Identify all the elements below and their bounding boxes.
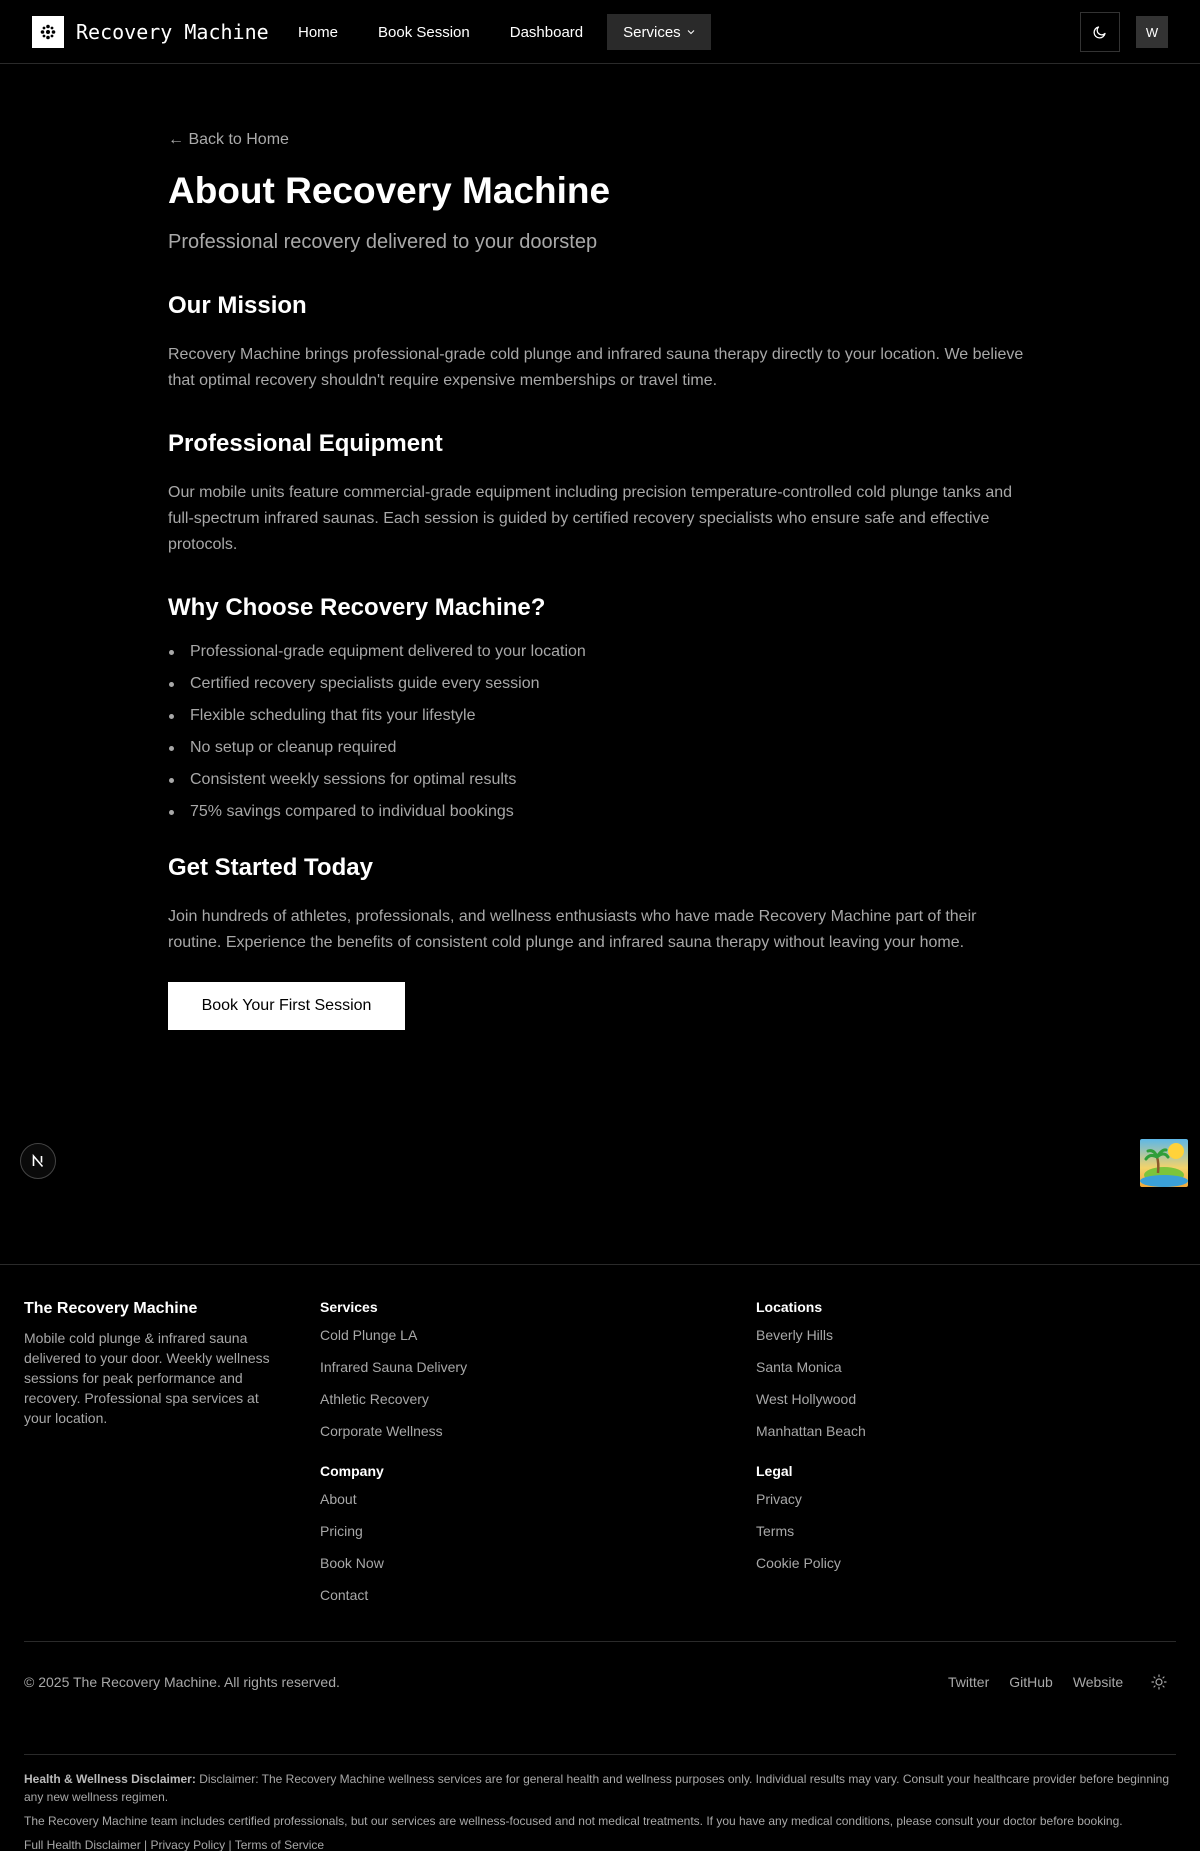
nav-book-session[interactable]: Book Session: [362, 14, 486, 50]
back-to-home-link[interactable]: ← Back to Home: [168, 128, 289, 152]
mission-heading: Our Mission: [168, 292, 307, 319]
footer-legal-heading: Legal: [756, 1463, 793, 1479]
brand-name[interactable]: Recovery Machine: [76, 18, 269, 46]
footer-link-infrared-sauna[interactable]: Infrared Sauna Delivery: [320, 1357, 467, 1377]
disclaimer-label: Health & Wellness Disclaimer:: [24, 1772, 196, 1786]
sun-icon[interactable]: [1151, 1674, 1167, 1690]
disclaimer-paragraph: Health & Wellness Disclaimer: Disclaimer…: [24, 1770, 1176, 1806]
book-first-session-button[interactable]: Book Your First Session: [168, 982, 405, 1030]
list-item: No setup or cleanup required: [168, 736, 1032, 760]
footer-legal-column: Legal Privacy Terms Cookie Policy: [756, 1461, 841, 1585]
why-heading: Why Choose Recovery Machine?: [168, 594, 546, 621]
page-subtitle: Professional recovery delivered to your …: [168, 231, 598, 253]
user-avatar[interactable]: W: [1136, 16, 1168, 48]
health-disclaimer: Health & Wellness Disclaimer: Disclaimer…: [24, 1770, 1176, 1851]
nextjs-devtools-button[interactable]: [20, 1143, 56, 1179]
island-widget-button[interactable]: [1140, 1139, 1188, 1187]
disclaimer-divider: [24, 1754, 1176, 1755]
get-started-text: Join hundreds of athletes, professionals…: [168, 908, 977, 951]
footer-link-athletic-recovery[interactable]: Athletic Recovery: [320, 1389, 467, 1409]
list-item: 75% savings compared to individual booki…: [168, 800, 1032, 824]
main-nav: Home Book Session Dashboard Services: [282, 14, 719, 50]
footer-link-beverly-hills[interactable]: Beverly Hills: [756, 1325, 866, 1345]
footer-company-column: Company About Pricing Book Now Contact: [320, 1461, 384, 1617]
about-content: ← Back to Home About Recovery Machine Pr…: [168, 128, 1032, 1030]
social-links: Twitter GitHub Website: [948, 1672, 1167, 1692]
footer-link-cookie-policy[interactable]: Cookie Policy: [756, 1553, 841, 1573]
footer-brand: The Recovery Machine: [24, 1300, 198, 1317]
website-link[interactable]: Website: [1073, 1672, 1123, 1692]
footer-company-heading: Company: [320, 1463, 384, 1479]
mission-text: Recovery Machine brings professional-gra…: [168, 346, 1024, 389]
footer-divider: [0, 1264, 1200, 1265]
logo[interactable]: [32, 16, 64, 48]
chevron-down-icon: [687, 30, 695, 35]
page-title: About Recovery Machine: [168, 170, 611, 211]
footer-link-book-now[interactable]: Book Now: [320, 1553, 384, 1573]
list-item: Consistent weekly sessions for optimal r…: [168, 768, 1032, 792]
footer-link-corporate-wellness[interactable]: Corporate Wellness: [320, 1421, 467, 1441]
footer-link-contact[interactable]: Contact: [320, 1585, 384, 1605]
footer-services-heading: Services: [320, 1299, 378, 1315]
tropical-island-icon: [1140, 1139, 1188, 1187]
equipment-text: Our mobile units feature commercial-grad…: [168, 484, 1013, 553]
footer-link-manhattan-beach[interactable]: Manhattan Beach: [756, 1421, 866, 1441]
benefits-list: Professional-grade equipment delivered t…: [168, 640, 1032, 824]
flower-logo-icon: [40, 24, 56, 40]
disclaimer-text: Disclaimer: The Recovery Machine wellnes…: [24, 1772, 1170, 1804]
nextjs-logo-icon: [32, 1153, 44, 1168]
site-header: Recovery Machine Home Book Session Dashb…: [0, 0, 1200, 64]
footer-link-privacy[interactable]: Privacy: [756, 1489, 841, 1509]
theme-toggle-button[interactable]: [1080, 12, 1120, 52]
list-item: Professional-grade equipment delivered t…: [168, 640, 1032, 664]
nav-services-dropdown[interactable]: Services: [607, 14, 711, 50]
footer-link-cold-plunge[interactable]: Cold Plunge LA: [320, 1325, 467, 1345]
nav-home[interactable]: Home: [282, 14, 354, 50]
footer-link-terms[interactable]: Terms: [756, 1521, 841, 1541]
footer-link-santa-monica[interactable]: Santa Monica: [756, 1357, 866, 1377]
github-link[interactable]: GitHub: [1009, 1672, 1053, 1692]
get-started-heading: Get Started Today: [168, 854, 373, 881]
disclaimer-paragraph-2: The Recovery Machine team includes certi…: [24, 1814, 1123, 1828]
equipment-heading: Professional Equipment: [168, 430, 443, 457]
footer-link-pricing[interactable]: Pricing: [320, 1521, 384, 1541]
footer-link-west-hollywood[interactable]: West Hollywood: [756, 1389, 866, 1409]
nav-dashboard[interactable]: Dashboard: [494, 14, 599, 50]
nav-services-label: Services: [623, 23, 681, 41]
footer-locations-column: Locations Beverly Hills Santa Monica Wes…: [756, 1297, 866, 1453]
list-item: Flexible scheduling that fits your lifes…: [168, 704, 1032, 728]
twitter-link[interactable]: Twitter: [948, 1672, 989, 1692]
disclaimer-links[interactable]: Full Health Disclaimer | Privacy Policy …: [24, 1836, 1176, 1851]
footer-link-about[interactable]: About: [320, 1489, 384, 1509]
footer-bottom-divider: [24, 1641, 1176, 1642]
footer-services-column: Services Cold Plunge LA Infrared Sauna D…: [320, 1297, 467, 1453]
footer-description: Mobile cold plunge & infrared sauna deli…: [24, 1330, 270, 1426]
footer-locations-heading: Locations: [756, 1299, 823, 1315]
copyright-text: © 2025 The Recovery Machine. All rights …: [24, 1674, 340, 1690]
list-item: Certified recovery specialists guide eve…: [168, 672, 1032, 696]
moon-icon: [1093, 26, 1106, 39]
